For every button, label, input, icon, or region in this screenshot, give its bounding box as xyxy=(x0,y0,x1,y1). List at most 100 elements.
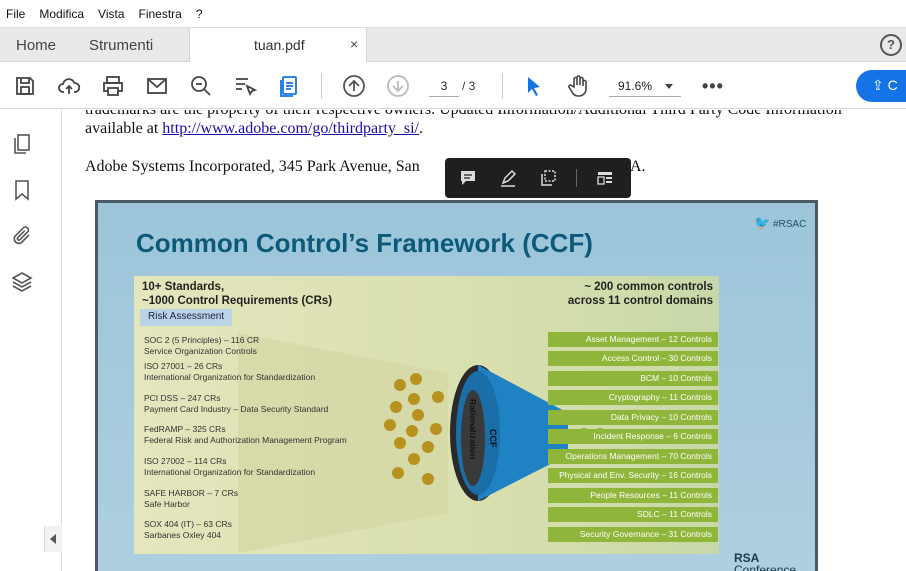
page-total: / 3 xyxy=(462,79,476,93)
chevron-down-icon[interactable] xyxy=(665,84,673,89)
toolbar: 3 / 3 91.6% ••• xyxy=(0,62,906,109)
control-domain-bar: BCM – 10 Controls xyxy=(548,371,718,386)
email-icon[interactable] xyxy=(145,74,169,98)
standard-name: ISO 27002 – 114 CRs xyxy=(144,456,227,466)
document-text-line: available at http://www.adobe.com/go/thi… xyxy=(85,120,423,138)
hashtag-text: #RSAC xyxy=(772,219,807,230)
controls-heading-line: across 11 control domains xyxy=(567,295,713,307)
hashtag: 🐦 #RSAC xyxy=(754,215,806,231)
page-number-input[interactable]: 3 xyxy=(429,77,459,97)
twitter-icon: 🐦 xyxy=(754,215,771,230)
standard-desc: International Organization for Standardi… xyxy=(144,467,316,477)
share-icon: ⇪ xyxy=(872,77,884,93)
bookmark-icon[interactable] xyxy=(10,178,34,202)
control-domain-bar: Asset Management – 12 Controls xyxy=(548,332,718,347)
slide-title: Common Control’s Framework (CCF) xyxy=(136,228,593,258)
standard-name: FedRAMP – 325 CRs xyxy=(144,424,226,434)
next-page-icon[interactable] xyxy=(386,74,410,98)
control-domain-bar: SDLC – 11 Controls xyxy=(548,507,718,522)
save-icon[interactable] xyxy=(13,74,37,98)
layers-icon[interactable] xyxy=(10,270,34,294)
export-pdf-icon[interactable] xyxy=(277,74,301,98)
controls-heading-line: ~ 200 common controls xyxy=(584,281,713,293)
help-icon[interactable]: ? xyxy=(880,34,902,56)
menu-help[interactable]: ? xyxy=(196,7,203,21)
standard-name: SOX 404 (IT) – 63 CRs xyxy=(144,519,232,529)
menu-edit[interactable]: Modifica xyxy=(39,7,84,21)
quickbar-separator xyxy=(576,169,577,187)
document-text-line: trademarks are the property of their res… xyxy=(85,110,842,119)
control-domain-bar: Incident Response – 6 Controls xyxy=(548,429,718,444)
control-domain-bar: Security Governance – 31 Controls xyxy=(548,527,718,542)
toolbar-separator xyxy=(502,73,503,99)
standard-item: PCI DSS – 247 CRs Payment Card Industry –… xyxy=(144,393,328,415)
control-domain-bar: Cryptography – 11 Controls xyxy=(548,390,718,405)
highlight-icon[interactable] xyxy=(498,168,518,188)
menu-window[interactable]: Finestra xyxy=(139,7,182,21)
close-tab-icon[interactable]: × xyxy=(350,36,358,52)
document-text: Adobe Systems Incorporated, 345 Park Ave… xyxy=(85,158,420,175)
standard-item: SAFE HARBOR – 7 CRs Safe Harbor xyxy=(144,488,238,510)
document-text: . xyxy=(419,120,423,137)
attachment-icon[interactable] xyxy=(10,224,34,248)
control-domain-bar: People Resources – 11 Controls xyxy=(548,488,718,503)
redact-tool-icon[interactable] xyxy=(233,74,258,98)
standard-desc: International Organization for Standardi… xyxy=(144,372,316,382)
control-domain-bar: Operations Management – 70 Controls xyxy=(548,449,718,464)
embedded-slide-image: Common Control’s Framework (CCF) 🐦 #RSAC… xyxy=(95,200,818,571)
layout-icon[interactable] xyxy=(595,168,615,188)
standard-item: SOX 404 (IT) – 63 CRs Sarbanes Oxley 404 xyxy=(144,519,232,541)
thirdparty-link[interactable]: http://www.adobe.com/go/thirdparty_si/ xyxy=(162,120,419,137)
hand-tool-icon[interactable] xyxy=(566,74,590,98)
funnel-sublabel: Rationalization xyxy=(468,399,478,460)
standards-heading-line: 10+ Standards, xyxy=(142,281,225,293)
print-icon[interactable] xyxy=(101,74,125,98)
document-text-line: Adobe Systems Incorporated, 345 Park Ave… xyxy=(85,158,420,176)
standard-name: SOC 2 (5 Principles) – 116 CR xyxy=(144,335,260,345)
page-thumbnails-icon[interactable] xyxy=(10,132,34,156)
standard-item: SOC 2 (5 Principles) – 116 CR Service Org… xyxy=(144,335,259,357)
cloud-upload-icon[interactable] xyxy=(57,74,81,98)
quick-actions-toolbar xyxy=(445,158,631,198)
control-domain-bar: Physical and Env. Security – 16 Controls xyxy=(548,468,718,483)
standards-heading: 10+ Standards, ~1000 Control Requirement… xyxy=(142,280,332,308)
menu-file[interactable]: File xyxy=(6,7,25,21)
standard-desc: Sarbanes Oxley 404 xyxy=(144,530,222,540)
menu-bar: File Modifica Vista Finestra ? xyxy=(0,0,906,27)
risk-assessment-label: Risk Assessment xyxy=(140,309,232,326)
search-icon[interactable] xyxy=(189,74,213,98)
standard-name: PCI DSS – 247 CRs xyxy=(144,393,221,403)
standard-item: ISO 27002 – 114 CRs International Organiz… xyxy=(144,456,315,478)
standards-heading-line: ~1000 Control Requirements (CRs) xyxy=(142,295,333,307)
standard-name: SAFE HARBOR – 7 CRs xyxy=(144,488,238,498)
left-navigation-pane xyxy=(0,110,62,571)
toolbar-separator xyxy=(321,73,322,99)
document-text: available at xyxy=(85,120,163,137)
controls-heading: ~ 200 common controls across 11 control … xyxy=(538,280,713,308)
standard-item: ISO 27001 – 26 CRs International Organiza… xyxy=(144,361,315,383)
standard-name: ISO 27001 – 26 CRs xyxy=(144,361,223,371)
copy-icon[interactable] xyxy=(538,168,558,188)
funnel-label: CCF xyxy=(488,429,498,448)
menu-view[interactable]: Vista xyxy=(98,7,124,21)
standard-desc: Federal Risk and Authorization Managemen… xyxy=(144,435,347,445)
control-domain-bar: Access Control – 30 Controls xyxy=(548,351,718,366)
rsa-logo-subtitle: Conference xyxy=(734,563,797,571)
select-cursor-icon[interactable] xyxy=(522,74,546,98)
tab-tools[interactable]: Strumenti xyxy=(89,28,153,62)
tab-home[interactable]: Home xyxy=(16,28,56,62)
standard-desc: Payment Card Industry – Data Security St… xyxy=(144,404,329,414)
comment-icon[interactable] xyxy=(458,168,478,188)
tab-document-name: tuan.pdf xyxy=(254,37,305,53)
more-tools-icon[interactable]: ••• xyxy=(702,76,724,97)
tab-bar: Home Strumenti tuan.pdf × ? xyxy=(0,27,906,63)
standard-desc: Safe Harbor xyxy=(144,499,190,509)
collapse-pane-button[interactable] xyxy=(44,526,62,552)
document-text: A. xyxy=(630,158,646,175)
tab-document[interactable]: tuan.pdf × xyxy=(189,28,367,63)
share-button-label: C xyxy=(887,77,898,93)
control-domain-bar: Data Privacy – 10 Controls xyxy=(548,410,718,425)
standard-desc: Service Organization Controls xyxy=(144,346,257,356)
previous-page-icon[interactable] xyxy=(342,74,366,98)
share-button[interactable]: ⇪ C xyxy=(856,70,906,102)
